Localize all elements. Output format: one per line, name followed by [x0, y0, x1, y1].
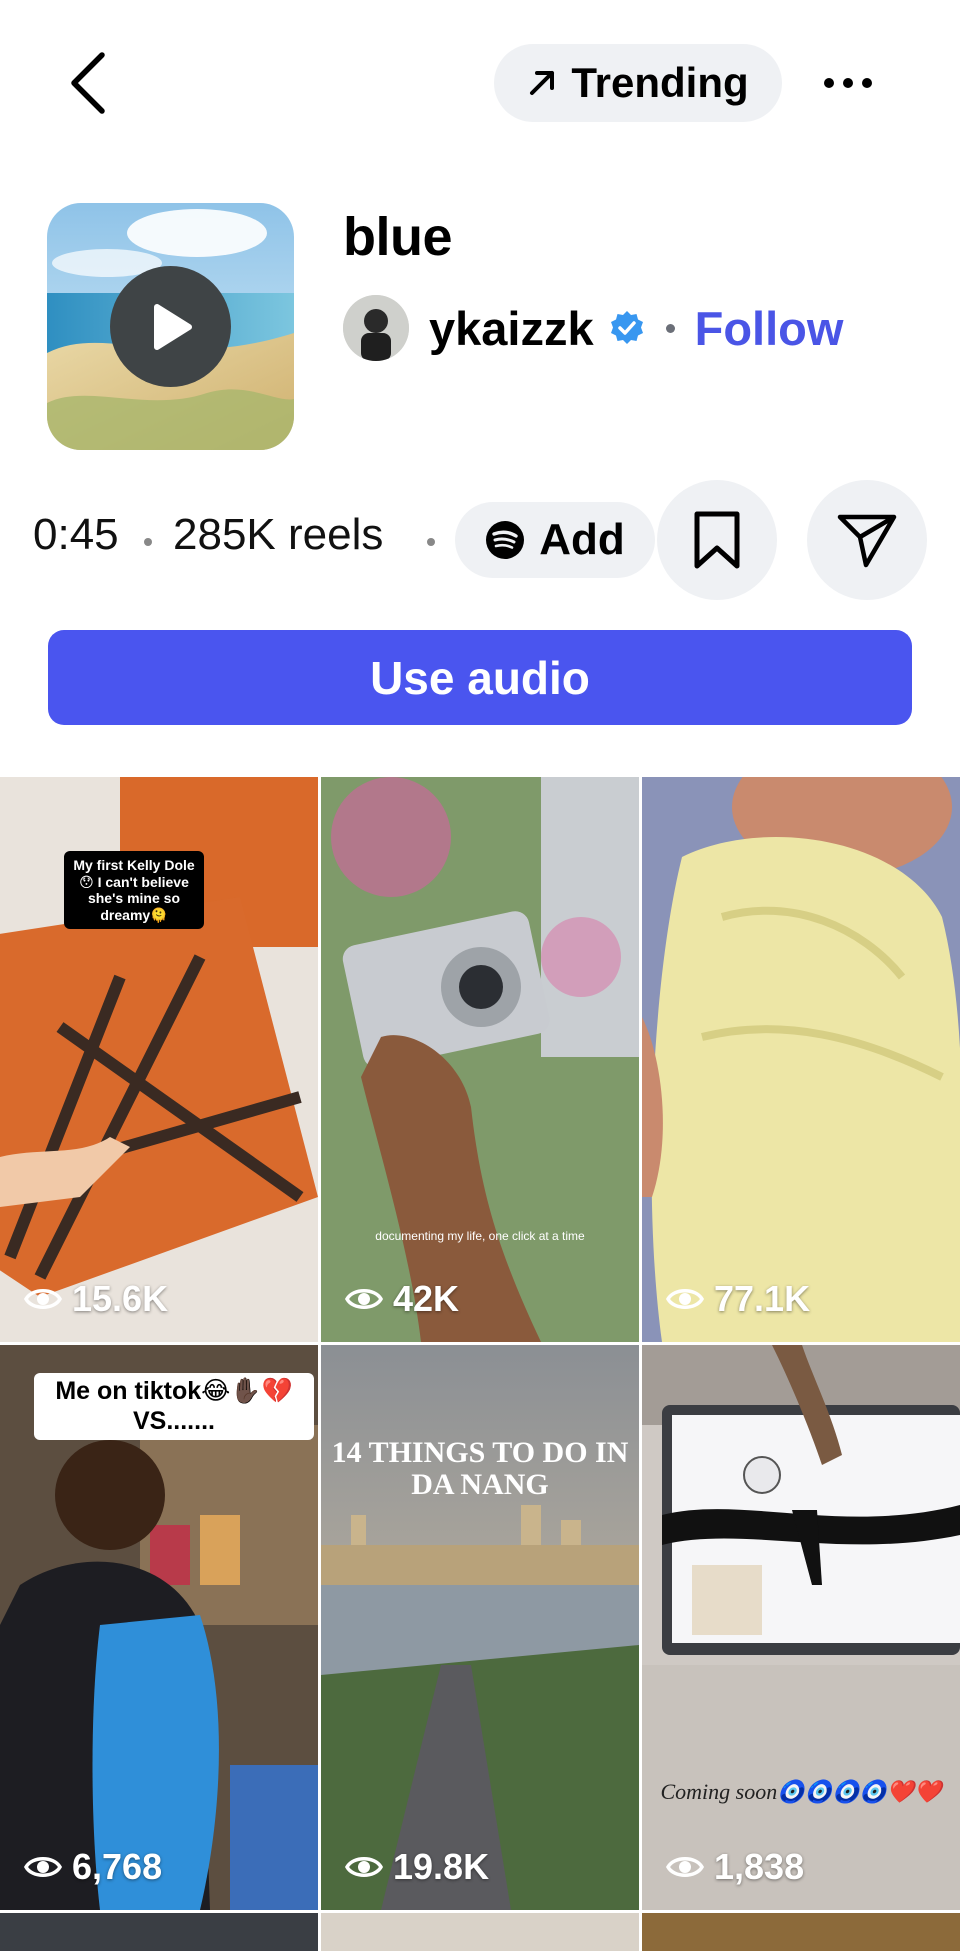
view-count: 15.6K: [24, 1278, 168, 1320]
reel-thumbnail[interactable]: [0, 1913, 318, 1951]
verified-badge-icon: [610, 311, 643, 344]
reel-thumbnail[interactable]: Me on tiktok😂✋🏿💔 VS....... 6,768: [0, 1345, 318, 1910]
reel-caption: My first Kelly Dole😯 I can't believe she…: [64, 851, 204, 930]
view-count: 42K: [345, 1278, 459, 1320]
chevron-left-icon: [71, 52, 105, 114]
share-button[interactable]: [807, 480, 927, 600]
view-count: 1,838: [666, 1846, 804, 1888]
reel-thumbnail[interactable]: 14 THINGS TO DO IN DA NANG 19.8K: [321, 1345, 639, 1910]
follow-button[interactable]: Follow: [695, 301, 844, 356]
play-icon: [153, 303, 192, 350]
avatar-image: [343, 295, 409, 361]
artist-name[interactable]: ykaizzk: [429, 301, 594, 356]
reel-thumbnail[interactable]: [642, 1913, 960, 1951]
spotify-icon: [486, 521, 525, 559]
reel-image: [321, 1345, 639, 1910]
reel-thumbnail[interactable]: Coming soon🧿🧿🧿🧿❤️❤️ 1,838: [642, 1345, 960, 1910]
eye-icon: [666, 1857, 704, 1877]
eye-icon: [666, 1289, 704, 1309]
arrow-up-right-icon: [530, 71, 555, 95]
reel-caption: Coming soon🧿🧿🧿🧿❤️❤️: [660, 1779, 942, 1804]
more-options-button[interactable]: [808, 50, 888, 116]
view-count: 77.1K: [666, 1278, 810, 1320]
add-label: Add: [539, 515, 625, 564]
reel-caption: 14 THINGS TO DO IN DA NANG: [331, 1436, 629, 1501]
reel-image: [642, 1345, 960, 1910]
back-button[interactable]: [60, 48, 116, 118]
audio-cover-art[interactable]: [47, 203, 294, 450]
send-icon: [837, 514, 897, 568]
top-bar: Trending: [0, 0, 960, 160]
reel-thumbnail[interactable]: [321, 1913, 639, 1951]
reel-image: [321, 777, 639, 1342]
artist-avatar[interactable]: [343, 295, 409, 361]
eye-icon: [24, 1857, 62, 1877]
use-audio-button[interactable]: Use audio: [48, 630, 912, 725]
reel-thumbnail[interactable]: documenting my life, one click at a time…: [321, 777, 639, 1342]
eye-icon: [24, 1289, 62, 1309]
audio-title: blue: [343, 207, 453, 267]
trending-label: Trending: [571, 59, 749, 106]
reel-caption: Me on tiktok😂✋🏿💔 VS.......: [34, 1373, 314, 1440]
eye-icon: [345, 1857, 383, 1877]
add-to-spotify-button[interactable]: Add: [455, 502, 655, 578]
view-count: 6,768: [24, 1846, 162, 1888]
reel-image: [642, 777, 960, 1342]
artist-row: ykaizzk Follow: [343, 294, 843, 362]
bookmark-icon: [694, 511, 740, 569]
reel-thumbnail[interactable]: My first Kelly Dole😯 I can't believe she…: [0, 777, 318, 1342]
more-horizontal-icon: [824, 78, 834, 88]
trending-button[interactable]: Trending: [494, 44, 782, 122]
save-button[interactable]: [657, 480, 777, 600]
reel-thumbnail[interactable]: 77.1K: [642, 777, 960, 1342]
play-button[interactable]: [110, 266, 231, 387]
eye-icon: [345, 1289, 383, 1309]
separator-dot: [665, 323, 675, 333]
reels-count: 285K reels: [173, 510, 384, 559]
audio-duration: 0:45: [33, 510, 119, 559]
reel-caption: documenting my life, one click at a time: [375, 1229, 585, 1243]
view-count: 19.8K: [345, 1846, 489, 1888]
separator-dot: [427, 538, 435, 546]
separator-dot: [144, 538, 152, 546]
